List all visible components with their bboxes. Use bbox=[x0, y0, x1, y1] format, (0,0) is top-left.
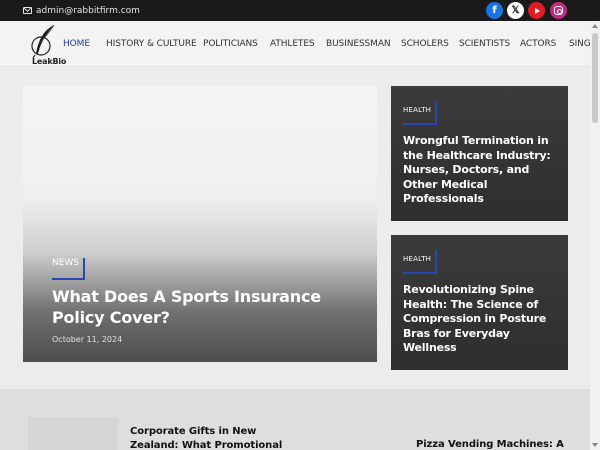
site-header: LeakBio HOME HISTORY & CULTURE POLITICIA… bbox=[0, 21, 600, 67]
scrollbar-thumb[interactable] bbox=[592, 33, 598, 123]
post-title[interactable]: Corporate Gifts in New Zealand: What Pro… bbox=[130, 425, 300, 450]
instagram-icon[interactable] bbox=[550, 2, 567, 19]
featured-post[interactable]: NEWS What Does A Sports Insurance Policy… bbox=[23, 86, 377, 362]
nav-scientists[interactable]: SCIENTISTS bbox=[459, 39, 510, 49]
youtube-icon[interactable] bbox=[528, 2, 545, 19]
main-nav: HOME HISTORY & CULTURE POLITICIANS ATHLE… bbox=[0, 21, 600, 67]
side-post-card[interactable]: HEALTH Wrongful Termination in the Healt… bbox=[391, 86, 568, 221]
side-post-title[interactable]: Revolutionizing Spine Health: The Scienc… bbox=[403, 283, 558, 356]
nav-history-culture[interactable]: HISTORY & CULTURE bbox=[106, 39, 197, 49]
top-bar: admin@rabbitfirm.com f 𝕏 bbox=[0, 0, 600, 21]
nav-athletes[interactable]: ATHLETES bbox=[270, 39, 315, 49]
side-post-title[interactable]: Wrongful Termination in the Healthcare I… bbox=[403, 134, 558, 207]
contact-email[interactable]: admin@rabbitfirm.com bbox=[23, 4, 140, 17]
page: admin@rabbitfirm.com f 𝕏 LeakBio HOME HI… bbox=[0, 0, 600, 450]
scroll-down-icon[interactable] bbox=[592, 443, 598, 447]
email-text: admin@rabbitfirm.com bbox=[36, 5, 140, 16]
more-posts-section: Corporate Gifts in New Zealand: What Pro… bbox=[0, 389, 590, 450]
nav-scholers[interactable]: SCHOLERS bbox=[401, 39, 449, 49]
featured-post-date: October 11, 2024 bbox=[52, 335, 123, 344]
post-thumbnail[interactable] bbox=[28, 417, 118, 450]
nav-politicians[interactable]: POLITICIANS bbox=[203, 39, 258, 49]
nav-businessman[interactable]: BUSINESSMAN bbox=[326, 39, 391, 49]
post-title[interactable]: Pizza Vending Machines: A bbox=[416, 438, 586, 450]
category-underline bbox=[81, 258, 85, 280]
nav-home[interactable]: HOME bbox=[63, 39, 90, 49]
page-scrollbar[interactable] bbox=[590, 21, 600, 450]
facebook-icon[interactable]: f bbox=[486, 2, 503, 19]
category-badge[interactable]: HEALTH bbox=[403, 255, 431, 263]
featured-post-title[interactable]: What Does A Sports Insurance Policy Cove… bbox=[52, 286, 362, 328]
nav-actors[interactable]: ACTORS bbox=[520, 39, 556, 49]
side-post-card[interactable]: HEALTH Revolutionizing Spine Health: The… bbox=[391, 235, 568, 370]
scroll-up-icon[interactable] bbox=[592, 24, 598, 28]
category-badge[interactable]: NEWS bbox=[52, 258, 79, 268]
mail-icon bbox=[23, 7, 32, 14]
category-badge[interactable]: HEALTH bbox=[403, 106, 431, 114]
category-underline-bar bbox=[52, 278, 85, 280]
x-twitter-icon[interactable]: 𝕏 bbox=[507, 2, 524, 19]
